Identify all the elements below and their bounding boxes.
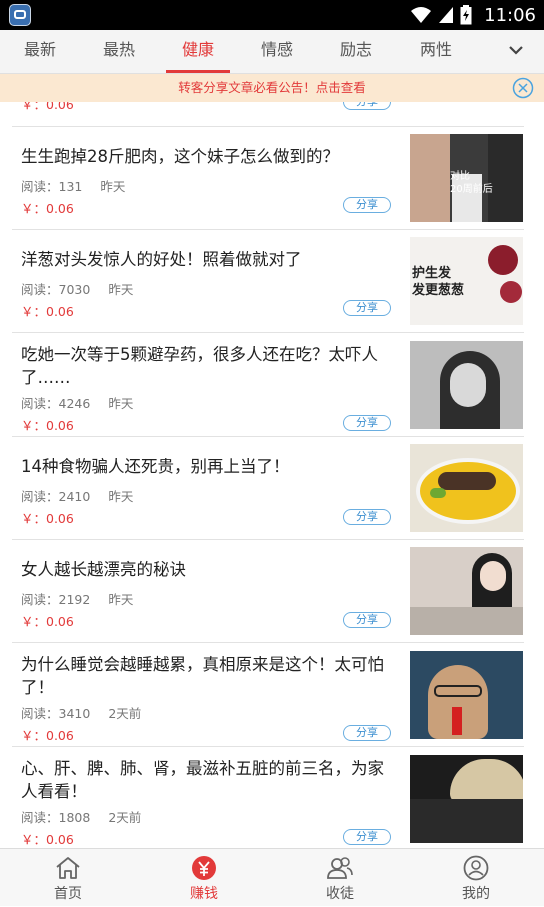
nav-home-label: 首页 [54,886,82,902]
read-count: 阅读：3410 [21,706,91,721]
share-button[interactable]: 分享 [343,300,391,316]
list-item[interactable]: 心、肝、脾、肺、肾，最滋补五脏的前三名，为家人看看！ 阅读：1808 2天前 ￥：… [0,747,544,848]
share-button[interactable]: 分享 [343,102,391,110]
read-count: 阅读：4246 [21,396,91,411]
read-count: 阅读：131 [21,179,83,194]
nav-profile[interactable]: 我的 [408,849,544,907]
tab-inspiration[interactable]: 励志 [316,30,396,73]
status-bar: 11:06 [0,0,544,30]
tab-relationships[interactable]: 两性 [396,30,476,73]
list-item[interactable]: 14种食物骗人还死贵，别再上当了！ 阅读：2410 昨天 ￥：0.06 分享 [0,437,544,540]
yuan-icon [192,856,216,880]
article-thumbnail[interactable] [410,651,523,739]
article-title[interactable]: 洋葱对头发惊人的好处！照着做就对了 [21,248,393,271]
post-date: 昨天 [108,282,134,297]
chevron-down-icon[interactable] [504,38,528,62]
article-thumbnail[interactable] [410,444,523,532]
close-icon[interactable] [512,77,534,99]
app-notification-icon [9,4,31,26]
article-thumbnail[interactable] [410,755,523,843]
tab-latest[interactable]: 最新 [0,30,80,73]
thumbnail-caption: 对比 20周前后 [450,171,493,195]
article-title[interactable]: 生生跑掉28斤肥肉，这个妹子怎么做到的？ [21,145,393,168]
nav-apprentice[interactable]: 收徒 [272,849,408,907]
battery-icon [460,5,472,25]
article-meta: 阅读：2192 昨天 [21,589,133,608]
reward-price: ￥：0.06 [21,201,74,216]
post-date: 2天前 [108,810,142,825]
reward-price: ￥：0.06 [21,511,74,526]
thumbnail-caption: 护生发 发更葱葱 [412,266,465,298]
profile-icon [463,855,489,881]
article-thumbnail[interactable] [410,341,523,429]
share-button[interactable]: 分享 [343,829,391,845]
article-feed[interactable]: ￥：0.06 分享 生生跑掉28斤肥肉，这个妹子怎么做到的？ 阅读：131昨天 … [0,102,544,848]
read-count: 阅读：7030 [21,282,91,297]
signal-icon [439,7,454,23]
article-meta: 阅读：7030 昨天 [21,279,133,298]
list-item[interactable]: 生生跑掉28斤肥肉，这个妹子怎么做到的？ 阅读：131 昨天 ￥：0.06 分享 … [0,127,544,230]
status-time: 11:06 [484,4,536,26]
tab-hottest[interactable]: 最热 [79,30,159,73]
reward-price: ￥：0.06 [21,614,74,629]
bottom-navigation: 首页 赚钱 收徒 我的 [0,848,544,906]
article-thumbnail[interactable]: 对比 20周前后 [410,134,523,222]
article-title[interactable]: 14种食物骗人还死贵，别再上当了！ [21,455,393,478]
list-item[interactable]: 女人越长越漂亮的秘诀 阅读：2192 昨天 ￥：0.06 分享 [0,540,544,643]
nav-earn-label: 赚钱 [190,886,218,902]
read-count: 阅读：2192 [21,592,91,607]
article-meta: 阅读：131 昨天 [21,176,125,195]
post-date: 昨天 [100,179,126,194]
nav-profile-label: 我的 [462,886,490,902]
article-meta: 阅读：1808 2天前 [21,807,141,826]
nav-earn[interactable]: 赚钱 [136,849,272,907]
article-thumbnail[interactable] [410,547,523,635]
people-icon [327,857,353,879]
article-meta: 阅读：3410 2天前 [21,703,141,722]
tab-emotion[interactable]: 情感 [237,30,317,73]
list-item[interactable]: 洋葱对头发惊人的好处！照着做就对了 阅读：7030 昨天 ￥：0.06 分享 护生… [0,230,544,333]
list-item[interactable]: 吃她一次等于5颗避孕药，很多人还在吃？太吓人了…… 阅读：4246 昨天 ￥：0.… [0,333,544,437]
reward-price: ￥：0.06 [21,418,74,433]
reward-price: ￥：0.06 [21,728,74,743]
article-title[interactable]: 为什么睡觉会越睡越累，真相原来是这个！太可怕了！ [21,653,393,699]
post-date: 昨天 [108,592,134,607]
article-meta: 阅读：2410 昨天 [21,486,133,505]
post-date: 昨天 [108,489,134,504]
reward-price: ￥：0.06 [21,304,74,319]
list-item[interactable]: 为什么睡觉会越睡越累，真相原来是这个！太可怕了！ 阅读：3410 2天前 ￥：0.… [0,643,544,747]
wifi-icon [411,7,432,23]
nav-home[interactable]: 首页 [0,849,136,907]
list-item[interactable]: ￥：0.06 分享 [0,102,544,127]
share-button[interactable]: 分享 [343,509,391,525]
nav-apprentice-label: 收徒 [326,886,354,902]
share-button[interactable]: 分享 [343,725,391,741]
category-tabs: 最新 最热 健康 情感 励志 两性 [0,30,544,74]
post-date: 2天前 [108,706,142,721]
article-title[interactable]: 女人越长越漂亮的秘诀 [21,558,393,581]
notice-text[interactable]: 转客分享文章必看公告！点击查看 [178,80,366,95]
article-title[interactable]: 吃她一次等于5颗避孕药，很多人还在吃？太吓人了…… [21,343,393,389]
read-count: 阅读：1808 [21,810,91,825]
read-count: 阅读：2410 [21,489,91,504]
home-icon [56,857,80,879]
reward-price: ￥：0.06 [21,102,74,112]
reward-price: ￥：0.06 [21,832,74,847]
post-date: 昨天 [108,396,134,411]
share-button[interactable]: 分享 [343,197,391,213]
article-meta: 阅读：4246 昨天 [21,393,133,412]
notice-banner[interactable]: 转客分享文章必看公告！点击查看 [0,74,544,102]
share-button[interactable]: 分享 [343,415,391,431]
article-title[interactable]: 心、肝、脾、肺、肾，最滋补五脏的前三名，为家人看看！ [21,757,393,803]
share-button[interactable]: 分享 [343,612,391,628]
tab-health[interactable]: 健康 [158,30,238,73]
article-thumbnail[interactable]: 护生发 发更葱葱 [410,237,523,325]
